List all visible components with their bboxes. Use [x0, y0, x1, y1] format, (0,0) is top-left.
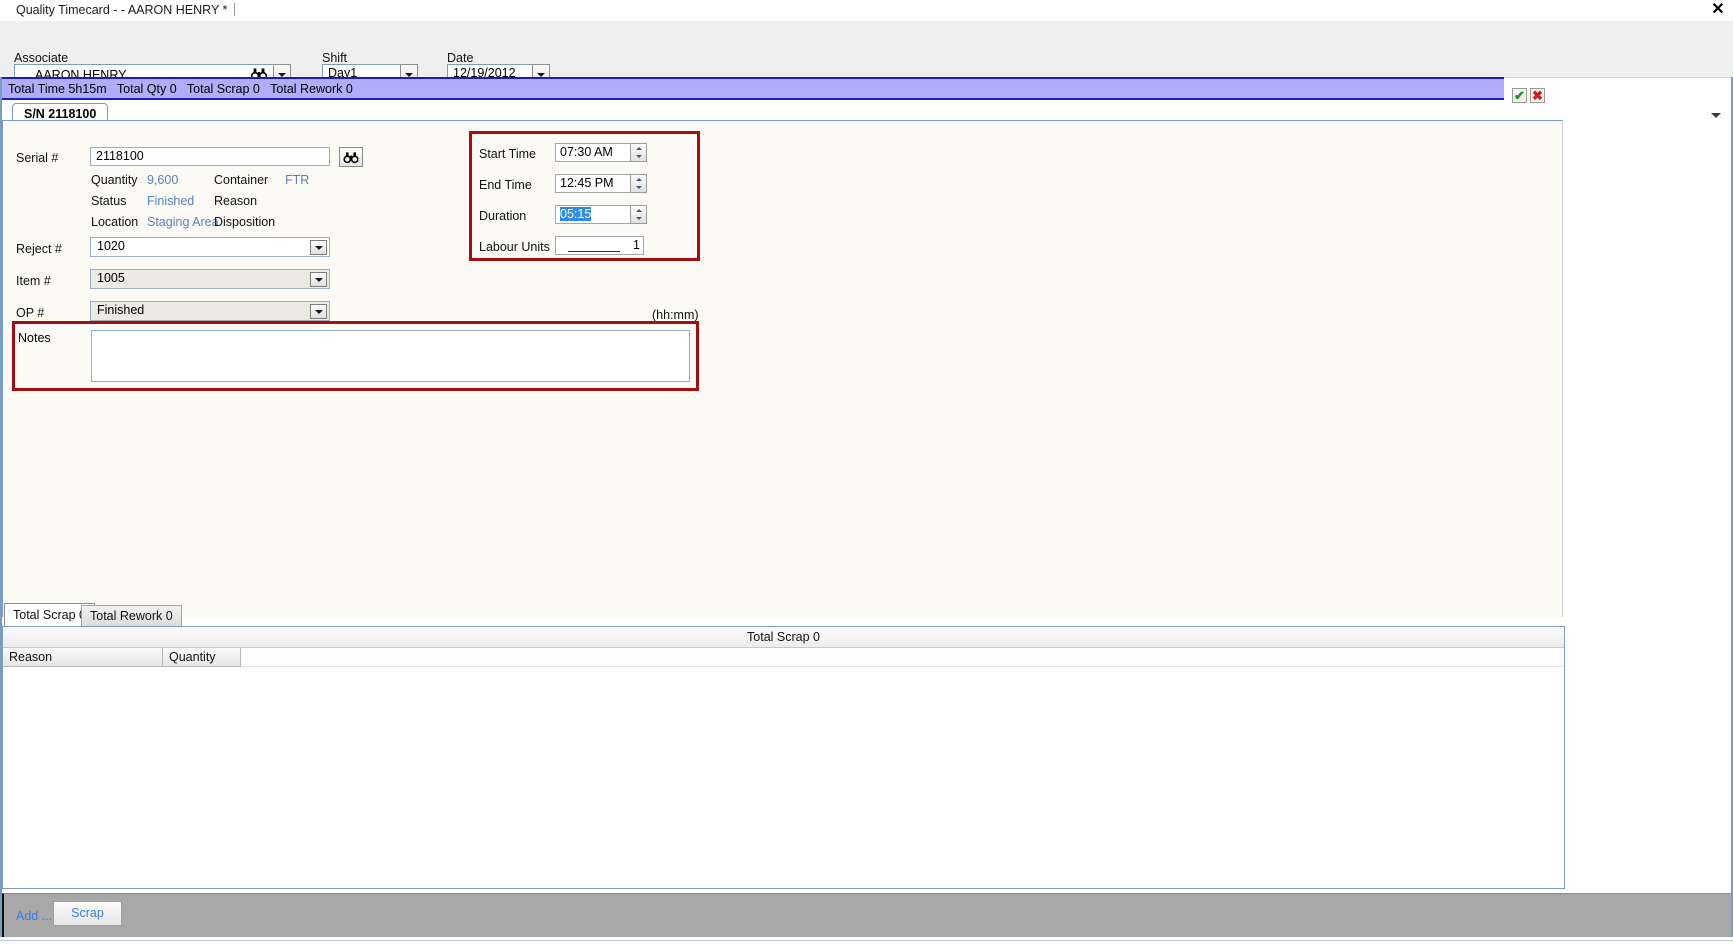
container-label: Container [214, 173, 269, 187]
scrap-button[interactable]: Scrap [53, 901, 122, 926]
disposition-label: Disposition [214, 215, 276, 229]
add-link[interactable]: Add ... [16, 909, 52, 923]
op-select[interactable]: Finished [90, 301, 330, 321]
record-panel: S/N 2118100 Serial # 2118100 Quantity 9,… [2, 103, 1731, 617]
tab-serial-number[interactable]: S/N 2118100 [12, 103, 109, 121]
shift-label: Shift [322, 51, 348, 65]
chevron-down-icon [537, 72, 545, 77]
chevron-down-icon [314, 245, 323, 250]
title-bar: Quality Timecard - - AARON HENRY * ✕ [0, 0, 1733, 22]
reject-value: 1020 [97, 239, 125, 253]
op-dropdown-button[interactable] [310, 304, 327, 319]
duration-label: Duration [479, 209, 527, 223]
reject-dropdown-button[interactable] [310, 240, 327, 255]
total-scrap-label: Total Scrap 0 [186, 82, 260, 96]
application-window: Quality Timecard - - AARON HENRY * ✕ Ass… [0, 0, 1733, 947]
chevron-down-icon [314, 309, 323, 314]
chevron-down-icon [278, 72, 286, 77]
totals-summary-bar: Total Time 5h15m Total Qty 0 Total Scrap… [2, 77, 1504, 100]
document-tab[interactable]: Quality Timecard - - AARON HENRY * [8, 0, 244, 20]
window-bottom-edge [0, 940, 1733, 947]
associate-label: Associate [14, 51, 69, 65]
serial-input[interactable]: 2118100 [90, 147, 330, 166]
reason-label: Reason [214, 194, 258, 208]
tab-total-rework[interactable]: Total Rework 0 [81, 605, 182, 626]
column-header-reason[interactable]: Reason [3, 648, 163, 667]
serial-lookup-button[interactable] [339, 147, 363, 167]
labour-underline [568, 251, 620, 252]
spinner-down-icon [635, 155, 642, 158]
labour-units-value: 1 [633, 238, 640, 252]
quantity-value: 9,600 [147, 173, 179, 187]
start-time-value: 07:30 AM [560, 145, 613, 159]
op-value: Finished [97, 303, 145, 317]
total-qty-label: Total Qty 0 [116, 82, 177, 96]
end-time-input[interactable]: 12:45 PM [555, 174, 647, 193]
close-icon[interactable]: ✕ [1710, 2, 1726, 18]
status-value: Finished [147, 194, 195, 208]
start-time-input[interactable]: 07:30 AM [555, 143, 647, 162]
start-time-spinner[interactable] [630, 143, 647, 162]
duration-format-hint: (hh:mm) [652, 308, 699, 322]
chevron-down-icon [405, 72, 413, 77]
labour-units-input[interactable]: 1 [555, 236, 644, 255]
duration-spinner[interactable] [630, 205, 647, 224]
item-value: 1005 [97, 271, 125, 285]
end-time-value: 12:45 PM [560, 176, 614, 190]
column-header-quantity[interactable]: Quantity [163, 648, 241, 667]
filter-bar: Associate AARON HENRY Shift Day1 Date 12… [0, 21, 1733, 85]
location-value: Staging Area [147, 215, 219, 229]
location-label: Location [91, 215, 139, 229]
scrap-grid: Total Scrap 0 Reason Quantity [2, 626, 1565, 889]
end-time-spinner[interactable] [630, 174, 647, 193]
spinner-up-icon [635, 209, 642, 212]
notes-textarea[interactable] [91, 330, 690, 382]
labour-units-label: Labour Units [479, 240, 550, 254]
accept-button[interactable]: ✔ [1512, 88, 1527, 103]
container-value: FTR [285, 173, 310, 187]
duration-input[interactable]: 05:15 [555, 205, 647, 224]
end-time-label: End Time [479, 178, 532, 192]
item-dropdown-button[interactable] [310, 272, 327, 287]
column-header-filler [241, 648, 1564, 667]
document-tab-label: Quality Timecard - - AARON HENRY * [16, 3, 228, 17]
item-select[interactable]: 1005 [90, 269, 330, 289]
date-label: Date [447, 51, 474, 65]
chevron-down-icon [314, 277, 323, 282]
grid-title: Total Scrap 0 [3, 627, 1564, 648]
scroll-down-icon[interactable] [1711, 113, 1721, 118]
spinner-up-icon [635, 147, 642, 150]
tab-divider [234, 3, 236, 16]
start-time-label: Start Time [479, 147, 536, 161]
spinner-up-icon [635, 178, 642, 181]
reject-label: Reject # [16, 242, 62, 256]
spinner-down-icon [635, 217, 642, 220]
item-label: Item # [16, 274, 51, 288]
quantity-label: Quantity [91, 173, 138, 187]
op-label: OP # [16, 306, 45, 320]
status-label: Status [91, 194, 127, 208]
total-rework-label: Total Rework 0 [270, 82, 353, 96]
reject-select[interactable]: 1020 [90, 237, 330, 257]
total-time-label: Total Time 5h15m [8, 82, 107, 96]
serial-label: Serial # [16, 151, 59, 165]
duration-value: 05:15 [560, 207, 592, 221]
spinner-down-icon [635, 186, 642, 189]
notes-label: Notes [18, 331, 51, 345]
action-bar: Add ... Scrap [2, 893, 1731, 937]
cancel-button[interactable]: ✖ [1530, 88, 1545, 103]
